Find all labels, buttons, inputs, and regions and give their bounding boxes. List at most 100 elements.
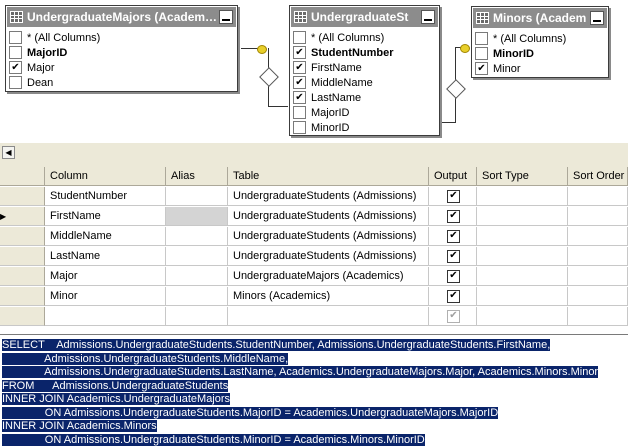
cell-sort-order[interactable]	[568, 307, 628, 326]
output-checkbox[interactable]: ✔	[447, 189, 460, 203]
minimize-icon[interactable]	[421, 10, 435, 24]
column-checkbox[interactable]: ✔	[293, 61, 306, 74]
table-column-item[interactable]: ✔ Minor	[472, 61, 608, 76]
table-column-item[interactable]: Dean	[6, 75, 237, 90]
pane-divider[interactable]	[0, 143, 628, 168]
scroll-left-icon[interactable]: ◀	[2, 146, 15, 159]
row-selector[interactable]	[0, 307, 45, 326]
cell-sort-type[interactable]	[477, 207, 568, 226]
sql-line[interactable]: ON Admissions.UndergraduateStudents.Majo…	[2, 406, 499, 420]
table-column-item[interactable]: ✔ Major	[6, 60, 237, 75]
cell-sort-type[interactable]	[477, 267, 568, 286]
cell-sort-order[interactable]	[568, 247, 628, 266]
column-checkbox[interactable]	[9, 46, 22, 59]
column-checkbox[interactable]: ✔	[293, 91, 306, 104]
cell-alias[interactable]	[166, 267, 228, 286]
sql-line[interactable]: Admissions.UndergraduateStudents.MiddleN…	[2, 352, 289, 366]
column-checkbox[interactable]	[293, 31, 306, 44]
cell-table[interactable]: UndergraduateStudents (Admissions)	[228, 207, 429, 226]
cell-column[interactable]: MiddleName	[45, 227, 166, 246]
minimize-icon[interactable]	[219, 10, 233, 24]
column-checkbox[interactable]	[9, 76, 22, 89]
table-column-item[interactable]: ✔ StudentNumber	[290, 45, 439, 60]
cell-sort-order[interactable]	[568, 227, 628, 246]
cell-column[interactable]	[45, 307, 166, 326]
column-checkbox[interactable]	[293, 106, 306, 119]
column-checkbox[interactable]: ✔	[475, 62, 488, 75]
sql-line[interactable]: SELECT Admissions.UndergraduateStudents.…	[2, 339, 551, 352]
cell-sort-type[interactable]	[477, 227, 568, 246]
cell-output[interactable]: ✔	[429, 207, 477, 226]
cell-sort-order[interactable]	[568, 207, 628, 226]
cell-column[interactable]: LastName	[45, 247, 166, 266]
cell-alias[interactable]	[166, 247, 228, 266]
table-column-item[interactable]: ✔ FirstName	[290, 60, 439, 75]
cell-sort-order[interactable]	[568, 267, 628, 286]
cell-output[interactable]: ✔	[429, 267, 477, 286]
cell-table[interactable]: UndergraduateStudents (Admissions)	[228, 227, 429, 246]
join-line-majors[interactable]	[268, 106, 288, 107]
table-column-item[interactable]: * (All Columns)	[290, 30, 439, 45]
output-checkbox[interactable]: ✔	[447, 209, 460, 223]
join-diamond-minors-icon[interactable]	[446, 79, 466, 99]
column-checkbox[interactable]	[475, 32, 488, 45]
cell-table[interactable]	[228, 307, 429, 326]
header-sort-type[interactable]: Sort Type	[477, 167, 568, 186]
sql-line[interactable]: Admissions.UndergraduateStudents.LastNam…	[2, 366, 599, 379]
table-column-item[interactable]: MinorID	[290, 120, 439, 135]
cell-table[interactable]: UndergraduateMajors (Academics)	[228, 267, 429, 286]
output-checkbox[interactable]: ✔	[447, 269, 460, 283]
header-column[interactable]: Column	[45, 167, 166, 186]
table-column-item[interactable]: MajorID	[290, 105, 439, 120]
cell-output[interactable]: ✔	[429, 187, 477, 206]
header-output[interactable]: Output	[429, 167, 477, 186]
sql-line[interactable]: FROM Admissions.UndergraduateStudents	[2, 379, 229, 393]
cell-table[interactable]: Minors (Academics)	[228, 287, 429, 306]
cell-column[interactable]: Minor	[45, 287, 166, 306]
header-sort-order[interactable]: Sort Order	[568, 167, 628, 186]
row-selector[interactable]	[0, 227, 45, 246]
table-column-item[interactable]: * (All Columns)	[6, 30, 237, 45]
column-checkbox[interactable]: ✔	[293, 76, 306, 89]
cell-sort-type[interactable]	[477, 187, 568, 206]
cell-output[interactable]: ✔	[429, 247, 477, 266]
join-line-minors[interactable]	[442, 122, 455, 123]
table-title-bar[interactable]: UndergraduateMajors (Academics)	[6, 6, 237, 28]
table-undergraduate-students[interactable]: UndergraduateSt * (All Columns) ✔ StudentN…	[289, 5, 440, 136]
table-title-bar[interactable]: UndergraduateSt	[290, 6, 439, 28]
row-selector[interactable]	[0, 287, 45, 306]
cell-output[interactable]: ✔	[429, 227, 477, 246]
table-column-item[interactable]: * (All Columns)	[472, 31, 608, 46]
cell-column[interactable]: FirstName	[45, 207, 166, 226]
row-selector[interactable]	[0, 267, 45, 286]
column-checkbox[interactable]: ✔	[9, 61, 22, 74]
cell-alias[interactable]	[166, 187, 228, 206]
sql-line[interactable]: INNER JOIN Academics.UndergraduateMajors	[2, 393, 231, 406]
cell-sort-type[interactable]	[477, 287, 568, 306]
cell-sort-type[interactable]	[477, 247, 568, 266]
cell-sort-type[interactable]	[477, 307, 568, 326]
row-selector[interactable]	[0, 187, 45, 206]
row-selector[interactable]	[0, 247, 45, 266]
column-checkbox[interactable]	[9, 31, 22, 44]
cell-column[interactable]: Major	[45, 267, 166, 286]
cell-output[interactable]: ✔	[429, 307, 477, 326]
diagram-pane[interactable]: UndergraduateMajors (Academics) * (All C…	[0, 0, 628, 143]
cell-output[interactable]: ✔	[429, 287, 477, 306]
cell-alias[interactable]	[166, 227, 228, 246]
cell-sort-order[interactable]	[568, 287, 628, 306]
row-selector[interactable]: ▶	[0, 207, 45, 226]
cell-alias[interactable]	[166, 307, 228, 326]
table-column-item[interactable]: ✔ LastName	[290, 90, 439, 105]
header-table[interactable]: Table	[228, 167, 429, 186]
sql-line[interactable]: INNER JOIN Academics.Minors	[2, 420, 157, 433]
cell-table[interactable]: UndergraduateStudents (Admissions)	[228, 247, 429, 266]
table-column-item[interactable]: MinorID	[472, 46, 608, 61]
header-alias[interactable]: Alias	[166, 167, 228, 186]
sql-line[interactable]: ON Admissions.UndergraduateStudents.Mino…	[2, 433, 425, 447]
table-minors[interactable]: Minors (Academ * (All Columns) MinorID ✔ Mi…	[471, 6, 609, 78]
column-checkbox[interactable]	[293, 121, 306, 134]
join-diamond-majors-icon[interactable]	[259, 67, 279, 87]
table-undergraduate-majors[interactable]: UndergraduateMajors (Academics) * (All C…	[5, 5, 238, 92]
output-checkbox[interactable]: ✔	[447, 249, 460, 263]
